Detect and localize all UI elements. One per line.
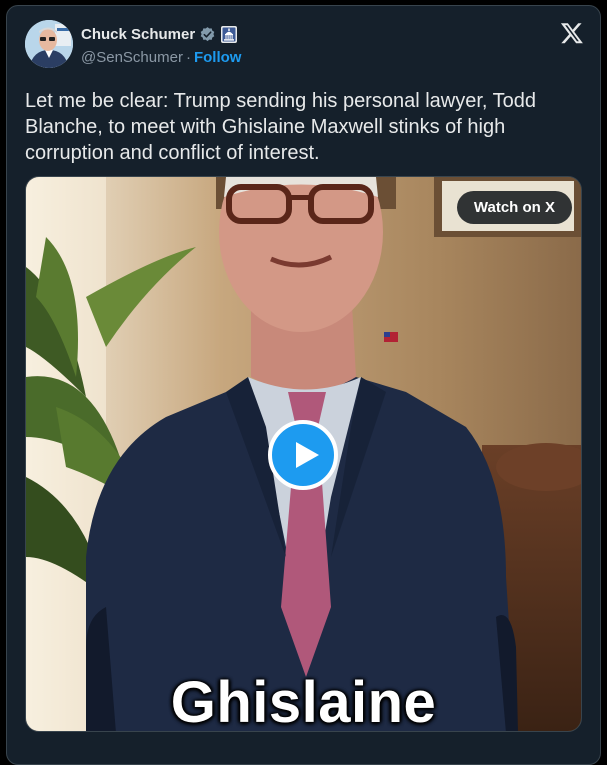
verified-checkmark-icon <box>200 26 215 41</box>
embedded-tweet-card: Chuck Schumer @SenSchumer · Follow Let m… <box>6 5 601 765</box>
handle[interactable]: @SenSchumer <box>81 49 183 66</box>
video-player[interactable]: Watch on X Ghislaine <box>25 176 582 732</box>
video-caption: Ghislaine <box>170 670 437 732</box>
follow-button[interactable]: Follow <box>194 49 242 66</box>
display-name[interactable]: Chuck Schumer <box>81 26 195 43</box>
play-icon <box>296 442 319 468</box>
avatar[interactable] <box>25 20 73 68</box>
author-name-row[interactable]: Chuck Schumer <box>81 24 238 44</box>
play-button[interactable] <box>268 420 338 490</box>
watch-on-x-button[interactable]: Watch on X <box>456 191 572 224</box>
x-logo-icon[interactable] <box>560 21 584 45</box>
tweet-text: Let me be clear: Trump sending his perso… <box>25 90 537 164</box>
separator-dot: · <box>185 49 191 66</box>
us-capitol-icon <box>221 25 238 43</box>
author-handle-row: @SenSchumer · Follow <box>81 49 241 66</box>
